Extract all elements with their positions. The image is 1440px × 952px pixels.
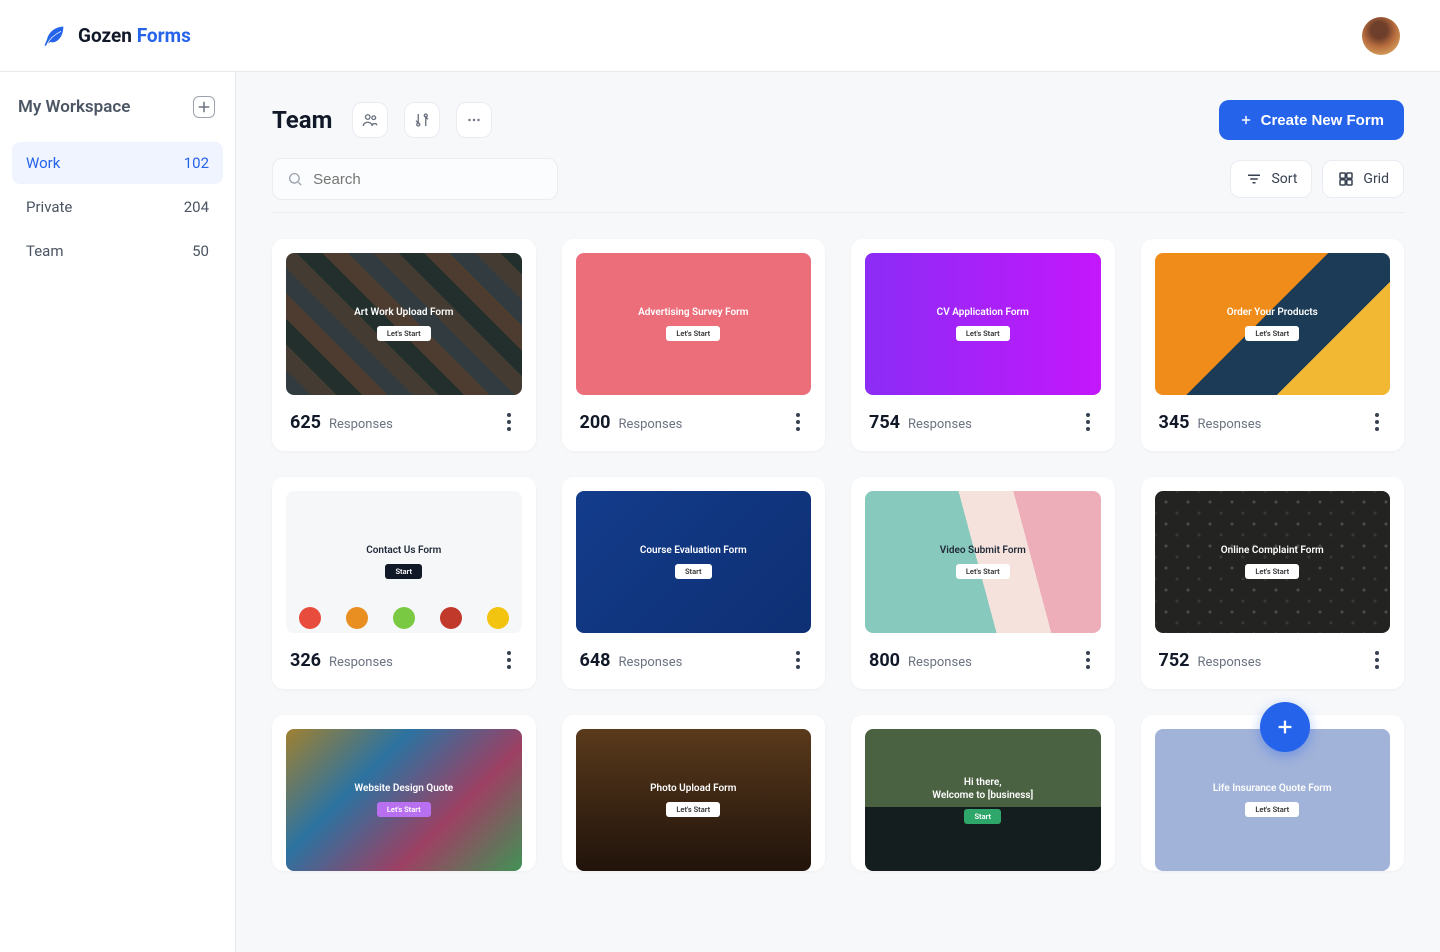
form-card[interactable]: Video Submit Form Let's Start 800Respons… [851,477,1115,689]
card-more-button[interactable] [1079,411,1097,433]
form-thumbnail: Life Insurance Quote Form Let's Start [1155,729,1391,871]
main-content: Team Create New Form [236,72,1440,952]
card-more-button[interactable] [1079,649,1097,671]
form-thumbnail: Art Work Upload Form Let's Start [286,253,522,395]
card-more-button[interactable] [789,411,807,433]
users-icon [361,111,379,129]
dots-icon [465,111,483,129]
user-avatar[interactable] [1362,17,1400,55]
form-thumbnail: Advertising Survey Form Let's Start [576,253,812,395]
sync-button[interactable] [404,102,440,138]
form-thumbnail: Hi there, Welcome to [business] Start [865,729,1101,871]
plus-icon [195,98,213,116]
form-thumbnail: CV Application Form Let's Start [865,253,1101,395]
divider [272,212,1404,213]
form-thumbnail: Course Evaluation Form Start [576,491,812,633]
grid-icon [1337,170,1355,188]
form-thumbnail: Website Design Quote Let's Start [286,729,522,871]
search-box[interactable] [272,158,558,200]
form-card[interactable]: Contact Us Form Start 326Responses [272,477,536,689]
add-workspace-button[interactable] [193,96,215,118]
brand-logo[interactable]: Gozen Forms [40,22,191,50]
compare-icon [413,111,431,129]
workspace-title: My Workspace [18,97,130,117]
form-card[interactable]: Course Evaluation Form Start 648Response… [562,477,826,689]
form-thumbnail: Contact Us Form Start [286,491,522,633]
forms-grid: Art Work Upload Form Let's Start 625Resp… [272,239,1404,871]
brand-name: Gozen Forms [78,24,191,47]
form-card[interactable]: Online Complaint Form Let's Start 752Res… [1141,477,1405,689]
card-more-button[interactable] [1368,649,1386,671]
plus-icon [1274,716,1296,738]
plus-icon [1239,113,1253,127]
sidebar-item-team[interactable]: Team 50 [12,230,223,272]
form-card[interactable]: CV Application Form Let's Start 754Respo… [851,239,1115,451]
form-card[interactable]: Order Your Products Let's Start 345Respo… [1141,239,1405,451]
more-options-button[interactable] [456,102,492,138]
form-thumbnail: Order Your Products Let's Start [1155,253,1391,395]
form-card[interactable]: Hi there, Welcome to [business] Start [851,715,1115,871]
search-input[interactable] [313,171,543,188]
form-card[interactable]: Website Design Quote Let's Start [272,715,536,871]
search-icon [287,170,303,188]
form-thumbnail: Video Submit Form Let's Start [865,491,1101,633]
grid-view-button[interactable]: Grid [1322,160,1404,198]
form-card[interactable]: Photo Upload Form Let's Start [562,715,826,871]
create-form-button[interactable]: Create New Form [1219,100,1404,140]
form-card[interactable]: Art Work Upload Form Let's Start 625Resp… [272,239,536,451]
card-more-button[interactable] [1368,411,1386,433]
sidebar-item-private[interactable]: Private 204 [12,186,223,228]
sort-button[interactable]: Sort [1230,160,1312,198]
page-title: Team [272,106,332,134]
feather-icon [40,22,68,50]
form-thumbnail: Photo Upload Form Let's Start [576,729,812,871]
floating-add-button[interactable] [1260,702,1310,752]
team-members-button[interactable] [352,102,388,138]
card-more-button[interactable] [500,649,518,671]
card-more-button[interactable] [500,411,518,433]
card-more-button[interactable] [789,649,807,671]
sidebar: My Workspace Work 102 Private 204 Team 5… [0,72,236,952]
form-card[interactable]: Advertising Survey Form Let's Start 200R… [562,239,826,451]
sort-icon [1245,170,1263,188]
topbar: Gozen Forms [0,0,1440,72]
form-thumbnail: Online Complaint Form Let's Start [1155,491,1391,633]
sidebar-item-work[interactable]: Work 102 [12,142,223,184]
